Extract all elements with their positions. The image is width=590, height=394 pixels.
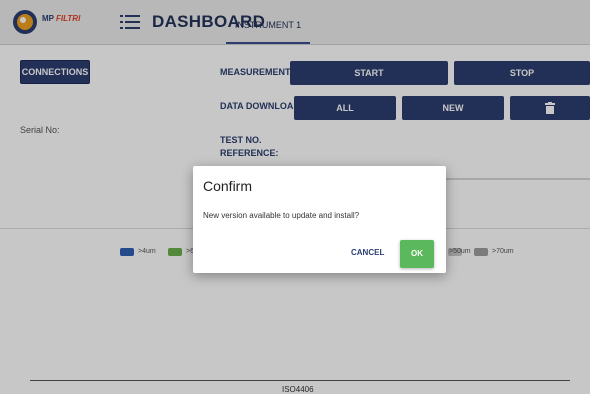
dialog-message: New version available to update and inst…	[203, 211, 360, 220]
ok-button[interactable]: OK	[400, 240, 434, 268]
confirm-dialog: Confirm New version available to update …	[193, 166, 446, 273]
dialog-title: Confirm	[203, 178, 253, 194]
cancel-button[interactable]: CANCEL	[351, 248, 384, 257]
